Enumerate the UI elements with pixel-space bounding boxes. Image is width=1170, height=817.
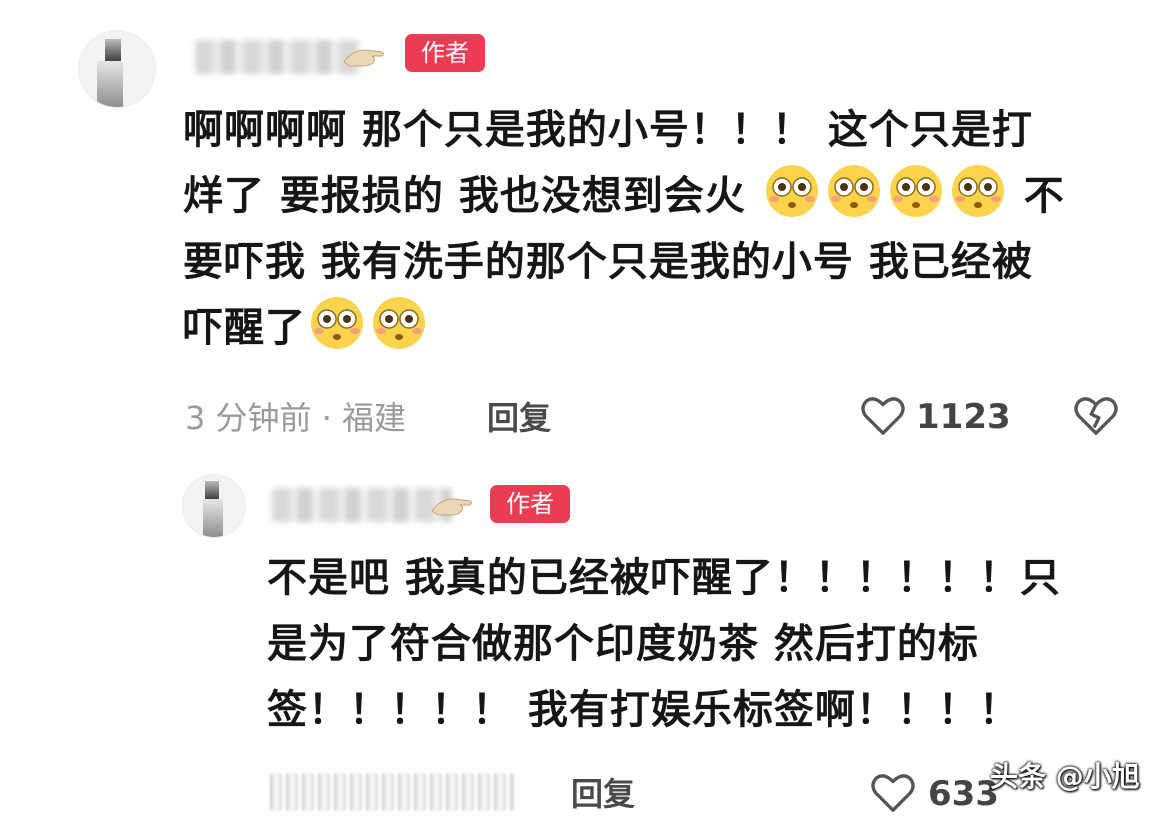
flushed-face-emoji-icon [311,297,363,349]
like-button[interactable]: 633 [870,770,1010,816]
heart-outline-icon [871,774,915,812]
flushed-face-emoji-icon [889,165,942,217]
heart-outline-icon [861,397,905,435]
like-count: 633 [928,774,999,814]
author-badge: 作者 [405,34,485,72]
reply-commenter-avatar[interactable] [182,474,246,538]
comment-line: 烊了 要报损的 我也没想到会火 不 [183,163,1123,229]
comment-line: 不是吧 我真的已经被吓醒了！！！！！！只 [267,555,1061,601]
comment-line-text: 吓醒了 [183,305,306,351]
reply-comment-text: 不是吧 我真的已经被吓醒了！！！！！！只 是为了符合做那个印度奶茶 然后打的标 … [267,545,1127,743]
reply-button[interactable]: 回复 [487,398,551,438]
comment-line: 吓醒了 [183,295,1123,361]
comment-line: 啊啊啊啊 那个只是我的小号！！！ 这个只是打 [183,107,1033,153]
comment-line: 签！！！！！ 我有打娱乐标签啊！！！！ [267,687,1020,733]
flushed-face-emoji-icon [951,165,1004,217]
comment-line: 是为了符合做那个印度奶茶 然后打的标 [267,621,979,667]
author-badge: 作者 [490,485,570,523]
comment-line-text: 烊了 要报损的 我也没想到会火 [183,173,746,219]
flushed-face-emoji-icon [373,297,425,349]
comment-line: 要吓我 我有洗手的那个只是我的小号 我已经被 [183,239,1033,285]
broken-heart-icon[interactable] [1073,395,1119,437]
commenter-avatar[interactable] [78,30,156,108]
like-button[interactable]: 1123 [860,393,1011,441]
comment-meta: 3 分钟前 · 福建 [185,399,407,437]
reply-button[interactable]: 回复 [571,774,635,814]
hand-icon [431,498,472,516]
hand-icon [343,49,384,67]
flushed-face-emoji-icon [827,165,880,217]
comment-line-text: 不 [1023,173,1065,219]
watermark: 头条 @小旭 [990,760,1140,793]
username-blurred[interactable] [195,40,360,74]
reply-username-blurred[interactable] [272,488,452,522]
flushed-face-emoji-icon [765,165,818,217]
like-count: 1123 [916,397,1011,437]
reply-meta-blurred [270,774,515,810]
comment-text: 啊啊啊啊 那个只是我的小号！！！ 这个只是打 烊了 要报损的 我也没想到会火 不… [183,97,1123,361]
